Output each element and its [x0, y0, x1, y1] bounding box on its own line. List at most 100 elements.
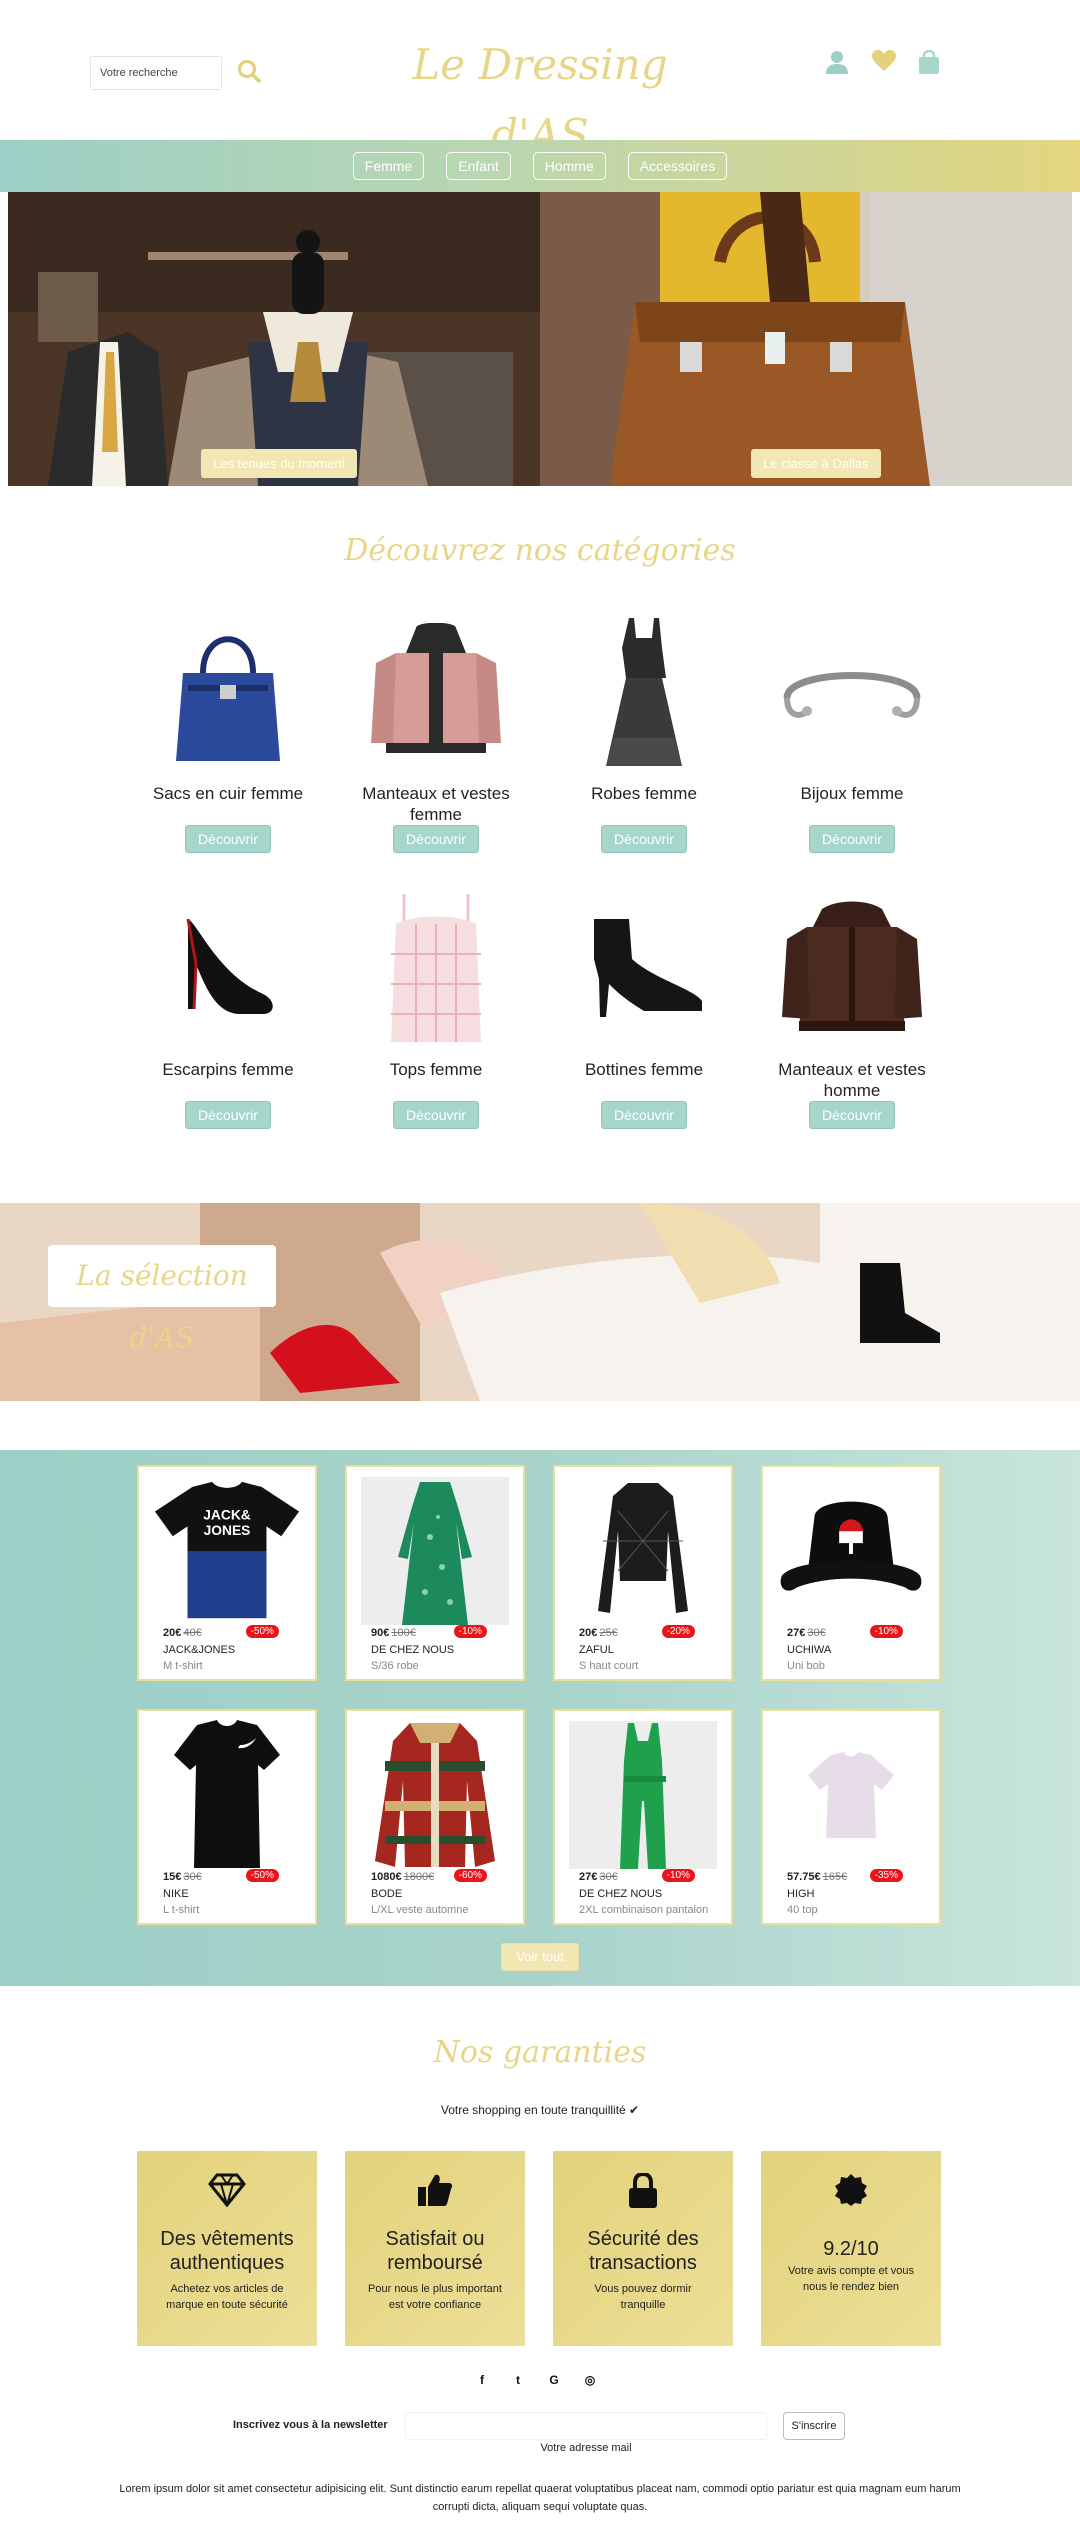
- price-current: 20€: [163, 1627, 182, 1639]
- product-desc: 2XL combinaison pantalon: [579, 1904, 709, 1916]
- hero-suits-image[interactable]: Les tenues du moment: [8, 192, 540, 486]
- dress-icon[interactable]: [544, 610, 744, 775]
- heart-icon[interactable]: [872, 50, 896, 76]
- category-name: Manteaux et vestes homme: [778, 1060, 926, 1100]
- discount-badge: -20%: [661, 1625, 695, 1638]
- product-price: 27€ 30€: [787, 1627, 826, 1639]
- dress-icon: [361, 1477, 509, 1625]
- instagram-icon[interactable]: ◎: [582, 2372, 598, 2388]
- newsletter-label: Inscrivez vous à la newsletter: [233, 2419, 388, 2431]
- category-card: Manteaux et vestes femme Découvrir: [336, 610, 536, 853]
- product-brand: NIKE: [163, 1888, 189, 1900]
- nav-femme[interactable]: Femme: [352, 152, 425, 180]
- product-card[interactable]: 57.75€ 165€ -35% HIGH 40 top: [761, 1709, 941, 1925]
- discover-button[interactable]: Découvrir: [809, 825, 895, 853]
- user-icon[interactable]: [826, 50, 848, 76]
- google-icon[interactable]: G: [546, 2372, 562, 2388]
- product-card[interactable]: 15€ 30€ -50% NIKE L t-shirt: [137, 1709, 317, 1925]
- nav-enfant[interactable]: Enfant: [446, 152, 511, 180]
- discount-badge: -50%: [245, 1625, 279, 1638]
- price-old: 30€: [183, 1871, 202, 1883]
- price-current: 1080€: [371, 1871, 402, 1883]
- product-brand: DE CHEZ NOUS: [579, 1888, 663, 1900]
- header-icons: [826, 49, 940, 76]
- product-desc: S haut court: [579, 1660, 639, 1672]
- discover-button[interactable]: Découvrir: [185, 1101, 271, 1129]
- category-name: Escarpins femme: [162, 1060, 294, 1079]
- guarantees-title: Nos garanties: [433, 2035, 647, 2070]
- discover-button[interactable]: Découvrir: [601, 1101, 687, 1129]
- guarantee-card: 9.2/10 Votre avis compte et vous nous le…: [761, 2151, 941, 2346]
- discover-button[interactable]: Découvrir: [601, 825, 687, 853]
- newsletter-email-input[interactable]: [405, 2412, 767, 2440]
- boot-icon[interactable]: [544, 886, 744, 1051]
- hero-left-label[interactable]: Les tenues du moment: [201, 449, 358, 478]
- product-price: 15€ 30€: [163, 1871, 202, 1883]
- discount-badge: -50%: [245, 1869, 279, 1882]
- discover-button[interactable]: Découvrir: [185, 825, 271, 853]
- nav-accessoires[interactable]: Accessoires: [627, 152, 728, 180]
- hero-right-label[interactable]: Le classe à Dallas: [751, 449, 881, 478]
- nav-homme[interactable]: Homme: [532, 152, 606, 180]
- product-price: 20€ 40€: [163, 1627, 202, 1639]
- product-brand: UCHIWA: [787, 1644, 832, 1656]
- bucket-hat-icon: [777, 1477, 925, 1625]
- bracelet-icon[interactable]: [752, 610, 952, 775]
- category-name: Manteaux et vestes femme: [362, 784, 510, 824]
- handbag-icon[interactable]: [128, 610, 328, 775]
- heel-icon[interactable]: [128, 886, 328, 1051]
- price-old: 165€: [822, 1871, 848, 1883]
- product-card[interactable]: 27€ 30€ -10% UCHIWA Uni bob: [761, 1465, 941, 1681]
- discover-button[interactable]: Découvrir: [809, 1101, 895, 1129]
- tshirt-icon: [153, 1720, 301, 1869]
- category-card: Bottines femme Découvrir: [544, 886, 744, 1129]
- shopping-bag-icon[interactable]: [918, 49, 940, 76]
- price-current: 57.75€: [787, 1871, 821, 1883]
- discover-button[interactable]: Découvrir: [393, 1101, 479, 1129]
- price-current: 90€: [371, 1627, 390, 1639]
- jacket-icon[interactable]: [336, 610, 536, 775]
- main-nav: Femme Enfant Homme Accessoires: [0, 140, 1080, 192]
- facebook-icon[interactable]: f: [474, 2372, 490, 2388]
- product-desc: L/XL veste automne: [371, 1904, 469, 1916]
- product-card[interactable]: 20€ 25€ -20% ZAFUL S haut court: [553, 1465, 733, 1681]
- product-desc: 40 top: [787, 1904, 818, 1916]
- product-brand: HIGH: [787, 1888, 815, 1900]
- product-desc: M t-shirt: [163, 1660, 203, 1672]
- search-icon[interactable]: [236, 58, 264, 86]
- product-card[interactable]: 1080€ 1800€ -60% BODE L/XL veste automne: [345, 1709, 525, 1925]
- product-price: 90€ 100€: [371, 1627, 416, 1639]
- hero: Les tenues du moment Le classe à Dallas: [8, 192, 1072, 486]
- product-card[interactable]: 27€ 30€ -10% DE CHEZ NOUS 2XL combinaison…: [553, 1709, 733, 1925]
- guarantees-subtitle: Votre shopping en toute tranquillité ✔: [440, 2103, 640, 2117]
- header: Le Dressing d'AS: [0, 0, 1080, 159]
- discount-badge: -10%: [453, 1625, 487, 1638]
- site-logo[interactable]: Le Dressing d'AS: [380, 30, 700, 159]
- category-card: Tops femme Découvrir: [336, 886, 536, 1129]
- top-icon[interactable]: [336, 886, 536, 1051]
- hero-bag-image[interactable]: Le classe à Dallas: [540, 192, 1072, 486]
- see-all-button[interactable]: Voir tout: [501, 1943, 579, 1971]
- svg-text:JONES: JONES: [204, 1522, 251, 1538]
- product-card[interactable]: JACK& JONES 20€ 40€ -50% JACK&JONES M t-sh…: [137, 1465, 317, 1681]
- diamond-icon: [137, 2173, 317, 2209]
- product-card[interactable]: 90€ 100€ -10% DE CHEZ NOUS S/36 robe: [345, 1465, 525, 1681]
- price-old: 40€: [183, 1627, 202, 1639]
- category-card: Robes femme Découvrir: [544, 610, 744, 853]
- lace-top-icon: [569, 1477, 717, 1625]
- twitter-icon[interactable]: t: [510, 2372, 526, 2388]
- knit-jacket-icon: [361, 1721, 509, 1869]
- discount-badge: -35%: [869, 1869, 903, 1882]
- leather-jacket-icon[interactable]: [752, 886, 952, 1051]
- price-current: 15€: [163, 1871, 182, 1883]
- subscribe-button[interactable]: S'inscrire: [783, 2412, 845, 2440]
- guarantee-title: Satisfait ou remboursé: [385, 2228, 485, 2274]
- product-desc: S/36 robe: [371, 1660, 419, 1672]
- guarantee-card: Satisfait ou remboursé Pour nous le plus…: [345, 2151, 525, 2346]
- badge-icon: [761, 2173, 941, 2209]
- discover-button[interactable]: Découvrir: [393, 825, 479, 853]
- product-price: 27€ 30€: [579, 1871, 618, 1883]
- search-input[interactable]: [90, 56, 222, 90]
- thumbs-up-icon: [345, 2173, 525, 2209]
- price-current: 27€: [787, 1627, 806, 1639]
